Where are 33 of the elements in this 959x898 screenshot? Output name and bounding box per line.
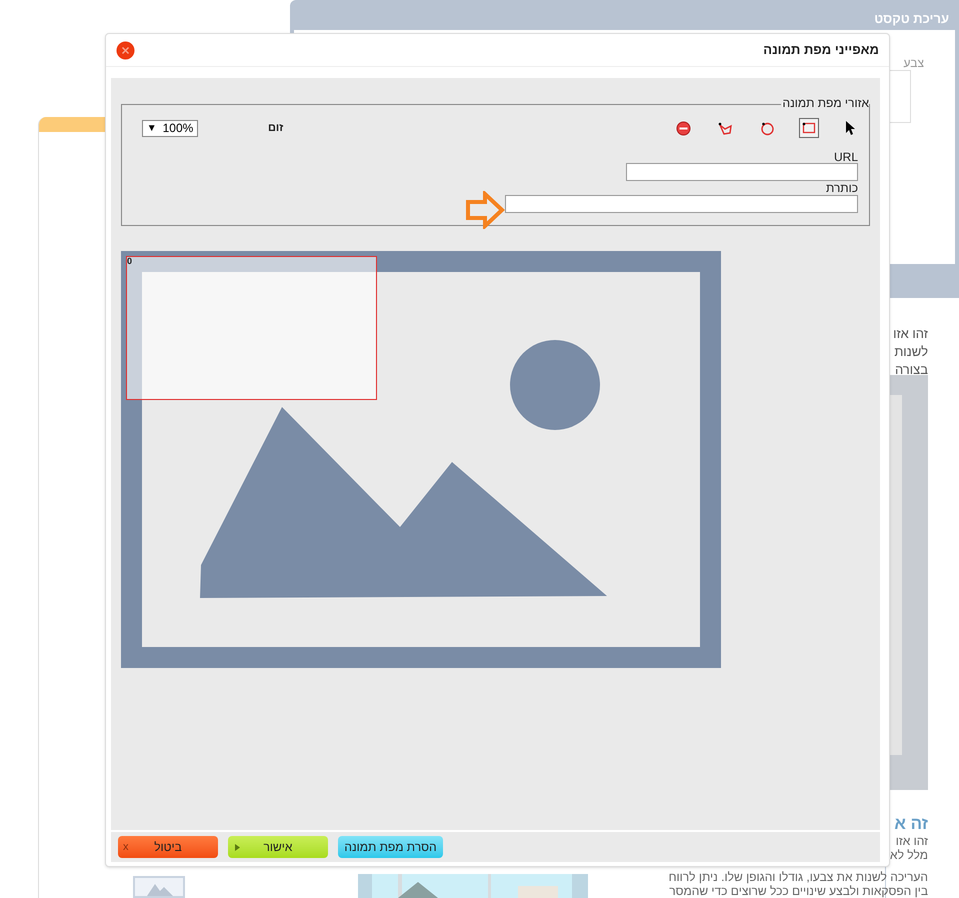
ok-button[interactable]: אישור xyxy=(228,836,328,858)
paragraph-line: בצורה xyxy=(894,361,928,379)
title-label: כותרת xyxy=(826,182,858,195)
arrow-icon xyxy=(465,191,505,229)
delete-icon xyxy=(676,120,690,136)
title-field[interactable] xyxy=(505,195,858,213)
paragraph-line: לשנות xyxy=(894,343,928,361)
play-icon xyxy=(235,844,240,851)
paragraph-line: מלל לא xyxy=(890,848,928,862)
remove-image-map-button[interactable]: הסרת מפת תמונה xyxy=(338,836,443,858)
caret-icon: ▼ xyxy=(146,120,157,136)
field-label: צבע xyxy=(904,55,924,72)
url-label: URL xyxy=(834,151,858,163)
rectangle-tool-button[interactable] xyxy=(799,118,819,138)
circle-icon xyxy=(760,120,774,136)
section-heading: זה א xyxy=(894,814,928,834)
polygon-icon xyxy=(718,120,732,136)
close-icon: x xyxy=(123,839,128,856)
paragraph-line: זהו אזו xyxy=(893,325,928,343)
zoom-select[interactable]: ▼ 100% xyxy=(142,120,198,136)
pointer-icon xyxy=(845,120,857,136)
paragraph-line: זהו אזו xyxy=(896,834,928,848)
region-label: 0 xyxy=(127,255,132,268)
paragraph-line: העריכה לשנות את צבעו, גודלו והגופן שלו. ניתן לרווח xyxy=(668,870,928,884)
image-icon xyxy=(147,882,173,896)
close-icon[interactable] xyxy=(116,40,135,60)
map-region[interactable]: 0 xyxy=(126,256,377,400)
paragraph-line: בין הפסקאות ולבצע שינויים ככל שרוצים כדי שהמסר xyxy=(669,884,928,898)
rectangle-icon xyxy=(802,122,816,134)
url-field[interactable] xyxy=(626,163,858,181)
panel-title: עריכת טקסט xyxy=(874,10,949,28)
zoom-label: זום xyxy=(268,120,284,136)
dialog-title: מאפייני מפת תמונה xyxy=(763,41,879,60)
